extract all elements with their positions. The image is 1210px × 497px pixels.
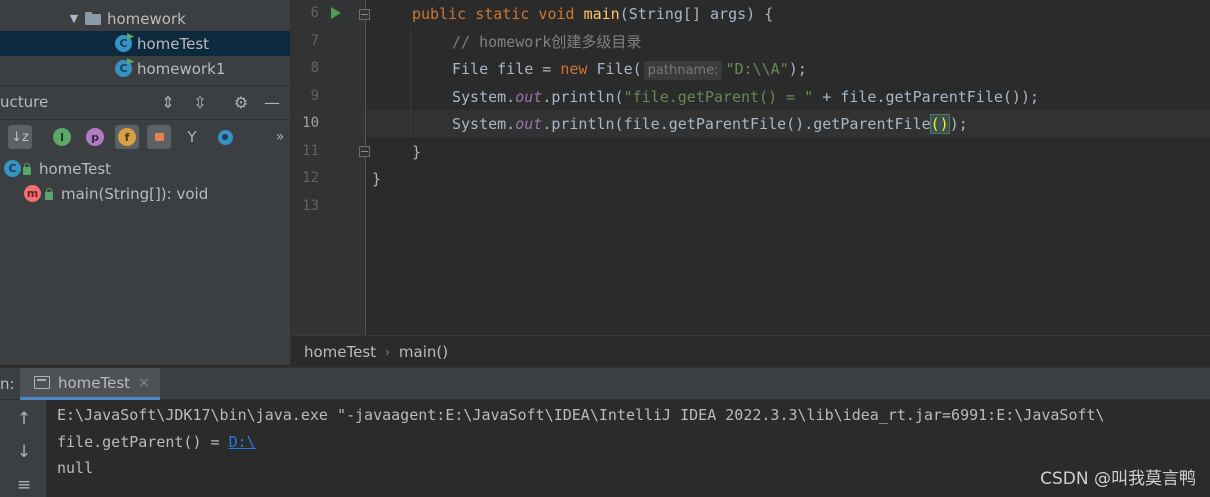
anonymous-icon[interactable] [213, 125, 237, 149]
fold-icon[interactable] [359, 9, 370, 20]
code-static-field: out [515, 88, 543, 106]
code-text: ); [949, 115, 968, 133]
run-gutter-icon[interactable] [331, 7, 341, 19]
line-number: 8 [310, 60, 319, 76]
code-keyword: new [560, 60, 588, 78]
code-editor[interactable]: 6 7 8 9 10 11 12 13 public static void m… [290, 0, 1210, 335]
code-static-field: out [515, 115, 543, 133]
code-text: System. [452, 115, 516, 133]
breadcrumb-item-method[interactable]: main() [399, 343, 448, 361]
run-tool-header: n: homeTest × [0, 367, 1210, 400]
line-number: 6 [310, 5, 319, 21]
code-text: .println( [542, 88, 624, 106]
properties-icon[interactable]: p [83, 125, 107, 149]
code-string: "file.getParent() = " [623, 88, 814, 106]
tree-item-hometest[interactable]: C homeTest [0, 31, 290, 56]
code-comment: // homework创建多级目录 [452, 33, 642, 51]
structure-toolbar: ↓z I p f Y » [0, 119, 290, 152]
line-number: 13 [302, 198, 319, 214]
code-text: } [372, 170, 382, 188]
code-text: File( [587, 60, 642, 78]
scroll-up-icon[interactable]: ↑ [13, 408, 35, 430]
tree-item-homework[interactable]: ▼ homework [0, 6, 290, 31]
line-number: 7 [310, 33, 319, 49]
code-keyword: public static void [412, 5, 575, 23]
run-console: ↑ ↓ ≡ E:\JavaSoft\JDK17\bin\java.exe "-j… [0, 400, 1210, 497]
console-output-line: null [57, 459, 94, 477]
folder-icon [85, 12, 103, 25]
inherited-icon[interactable]: I [50, 125, 74, 149]
method-icon: m [24, 185, 41, 202]
code-line-7: // homework创建多级目录 [452, 29, 641, 56]
console-text: file.getParent() = [57, 433, 229, 451]
code-line-11: } [412, 139, 421, 166]
public-lock-icon [23, 162, 31, 175]
tree-item-label: homeTest [137, 34, 210, 53]
structure-panel: ucture ⇕ ⇳ ⚙ — ↓z I p f Y » C homeTest m… [0, 85, 290, 365]
project-tree: ▼ homework C homeTest C homework1 [0, 0, 290, 85]
code-line-10: System.out.println(file.getParentFile().… [452, 111, 968, 138]
editor-gutter: 6 7 8 9 10 11 12 13 [291, 0, 370, 335]
code-text: (String[] args) { [619, 5, 774, 23]
code-function: main [583, 5, 620, 23]
code-text: ); [788, 60, 807, 78]
code-text: } [412, 143, 422, 161]
gear-icon[interactable]: ⚙ [231, 92, 251, 112]
parameter-hint: pathname: [643, 61, 723, 80]
run-tab-label: homeTest [58, 373, 131, 392]
structure-title: ucture [0, 93, 49, 111]
lambda-icon[interactable]: Y [180, 125, 204, 149]
line-number: 11 [302, 143, 319, 159]
java-class-icon: C [4, 160, 21, 177]
indent-guide [410, 28, 411, 138]
java-class-icon: C [115, 58, 134, 77]
code-string: "D:\\A" [725, 60, 789, 78]
run-label: n: [0, 375, 15, 393]
code-line-8: File file = new File(pathname: "D:\\A"); [452, 56, 807, 83]
run-sidebar: ↑ ↓ ≡ [0, 400, 47, 497]
structure-item-label: homeTest [39, 159, 112, 178]
run-tab-hometest[interactable]: homeTest × [20, 368, 160, 400]
lock-icon[interactable] [147, 125, 171, 149]
sort-alpha-icon[interactable]: ↓z [8, 125, 32, 149]
close-icon[interactable]: × [138, 375, 150, 391]
collapse-all-icon[interactable]: ⇳ [190, 92, 210, 112]
tree-item-label: homework [107, 9, 186, 28]
breadcrumb: homeTest › main() [290, 335, 1210, 367]
matched-parentheses: () [929, 114, 950, 134]
line-number: 12 [302, 170, 319, 186]
expand-all-icon[interactable]: ⇕ [158, 92, 178, 112]
minimize-icon[interactable]: — [262, 92, 282, 112]
line-number-current: 10 [302, 115, 319, 131]
tree-item-homework1[interactable]: C homework1 [0, 56, 290, 81]
code-text: File file = [452, 60, 561, 78]
console-output-line: file.getParent() = D:\ [57, 429, 256, 456]
line-number: 9 [310, 88, 319, 104]
watermark: CSDN @叫我莫言鸭 [1040, 469, 1196, 489]
file-path-link[interactable]: D:\ [229, 433, 256, 451]
structure-item-class[interactable]: C homeTest [4, 156, 111, 181]
code-text: System. [452, 88, 516, 106]
structure-item-method[interactable]: m main(String[]): void [24, 181, 208, 206]
console-output-line: E:\JavaSoft\JDK17\bin\java.exe "-javaage… [57, 406, 1105, 424]
scroll-down-icon[interactable]: ↓ [13, 441, 35, 463]
code-line-9: System.out.println("file.getParent() = "… [452, 84, 1039, 111]
chevron-down-icon[interactable]: ▼ [67, 12, 81, 26]
code-line-6: public static void main(String[] args) { [412, 1, 773, 28]
console-icon [34, 376, 50, 389]
breadcrumb-separator: › [385, 344, 390, 359]
structure-item-label: main(String[]): void [61, 184, 209, 203]
structure-header: ucture ⇕ ⇳ ⚙ — [0, 86, 290, 119]
code-text: .println(file.getParentFile().getParentF… [542, 115, 931, 133]
more-icon[interactable]: » [268, 125, 292, 149]
tree-item-label: homework1 [137, 59, 226, 78]
public-lock-icon [45, 187, 53, 200]
breadcrumb-item-class[interactable]: homeTest [304, 343, 376, 361]
java-class-icon: C [115, 33, 134, 52]
soft-wrap-icon[interactable]: ≡ [13, 474, 35, 496]
fold-icon[interactable] [359, 146, 370, 157]
code-line-12: } [372, 166, 381, 193]
code-text: + file.getParentFile()); [813, 88, 1040, 106]
fields-icon[interactable]: f [115, 125, 139, 149]
